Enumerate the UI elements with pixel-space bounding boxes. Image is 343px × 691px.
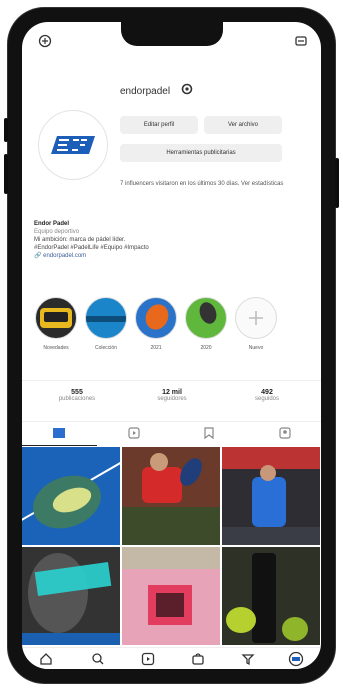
bottom-nav <box>22 647 321 669</box>
stat-label: seguidores <box>157 396 187 402</box>
highlight-circle[interactable] <box>185 297 227 339</box>
grid-post[interactable] <box>22 447 120 545</box>
highlight-item[interactable]: Colección <box>84 297 128 351</box>
menu-icon[interactable] <box>294 34 308 48</box>
power-button <box>335 158 339 208</box>
stat-label: publicaciones <box>58 396 96 402</box>
highlight-label: Colección <box>95 345 117 351</box>
profile-link-text[interactable]: endorpadel.com <box>43 253 86 259</box>
search-icon[interactable] <box>90 651 106 667</box>
stat-followers[interactable]: 12 mil seguidores <box>127 389 217 402</box>
ad-tools-button[interactable]: Herramientas publicitarias <box>120 144 282 162</box>
plus-icon <box>249 311 263 325</box>
highlight-label: 2021 <box>150 345 162 351</box>
profile-tabs <box>22 420 321 446</box>
profile-link[interactable]: 🔗 endorpadel.com <box>34 252 274 260</box>
highlight-circle[interactable] <box>35 297 77 339</box>
activity-icon[interactable] <box>240 651 256 667</box>
profile-name: Endor Padel <box>34 221 70 227</box>
view-archive-button[interactable]: Ver archivo <box>204 116 282 134</box>
phone-screen: endorpadel Editar perfil Ver archivo Her… <box>22 22 321 669</box>
stat-label: seguidos <box>254 396 280 402</box>
stat-value: 492 <box>261 389 273 396</box>
top-bar <box>22 22 321 62</box>
bio-line: #EndorPadel #PadelLife #Equipo #Impacto <box>34 245 149 251</box>
highlight-item[interactable]: Nuevo <box>234 297 278 351</box>
grid-tab-icon[interactable] <box>52 426 66 440</box>
highlight-label: 2020 <box>200 345 212 351</box>
highlight-label: Nuevo <box>248 345 264 351</box>
username: endorpadel <box>120 86 171 97</box>
phone-frame: endorpadel Editar perfil Ver archivo Her… <box>4 8 339 683</box>
stat-value: 12 mil <box>162 389 182 396</box>
stat-value: 555 <box>71 389 83 396</box>
grid-post[interactable] <box>22 547 120 645</box>
circle-add-icon[interactable] <box>38 34 52 48</box>
highlight-circle[interactable] <box>85 297 127 339</box>
bio-line: Mi ambición: marca de pádel líder. <box>34 237 126 243</box>
grid-post[interactable] <box>222 447 320 545</box>
grid-post[interactable] <box>222 547 320 645</box>
highlight-item[interactable]: 2020 <box>184 297 228 351</box>
home-icon[interactable] <box>38 651 54 667</box>
side-button-left <box>4 118 8 142</box>
grid-post[interactable] <box>122 547 220 645</box>
shop-icon[interactable] <box>190 651 206 667</box>
grid-post[interactable] <box>122 447 220 545</box>
bio: Endor Padel Equipo deportivo Mi ambición… <box>34 220 274 260</box>
new-highlight-button[interactable] <box>235 297 277 339</box>
active-tab-indicator <box>22 445 97 446</box>
gear-icon[interactable] <box>180 82 194 96</box>
stat-following[interactable]: 492 seguidos <box>222 389 312 402</box>
highlight-item[interactable]: Novedades <box>34 297 78 351</box>
avatar[interactable] <box>38 110 108 180</box>
profile-stats: 555 publicaciones 12 mil seguidores 492 … <box>22 380 321 422</box>
post-grid <box>22 447 321 645</box>
stat-posts[interactable]: 555 publicaciones <box>32 389 122 402</box>
profile-category: Equipo deportivo <box>34 229 80 235</box>
edit-profile-button[interactable]: Editar perfil <box>120 116 198 134</box>
reels-icon[interactable] <box>140 651 156 667</box>
highlight-item[interactable]: 2021 <box>134 297 178 351</box>
reels-tab-icon[interactable] <box>127 426 141 440</box>
volume-button <box>4 154 8 194</box>
saved-tab-icon[interactable] <box>202 426 216 440</box>
insights-summary[interactable]: 7 influencers visitaron en los últimos 3… <box>120 180 312 188</box>
endor-logo-icon <box>51 136 95 154</box>
story-highlights: Novedades Colección 2021 2020 Nuevo <box>22 297 321 359</box>
tagged-tab-icon[interactable] <box>278 426 292 440</box>
highlight-circle[interactable] <box>135 297 177 339</box>
highlight-label: Novedades <box>43 345 69 351</box>
profile-icon[interactable] <box>288 651 304 667</box>
